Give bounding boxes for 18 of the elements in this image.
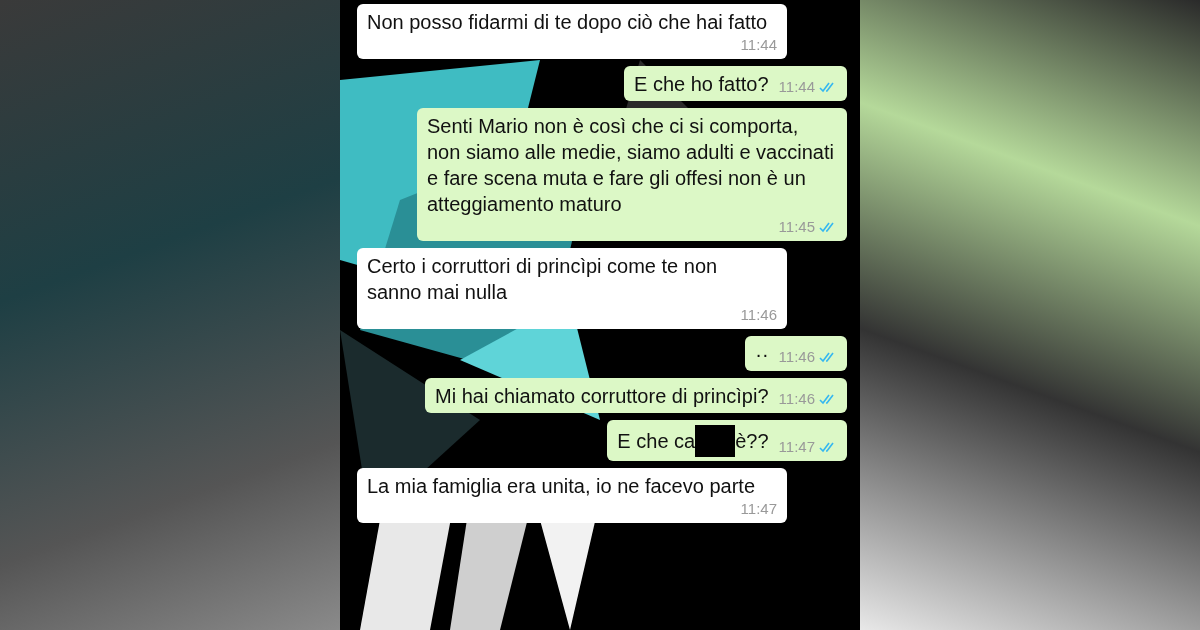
message-time: 11:46: [778, 347, 815, 367]
message-time: 11:47: [740, 499, 777, 519]
message-text: La mia famiglia era unita, io ne facevo parte: [367, 474, 755, 499]
message-text: Senti Mario non è così che ci si comporta, non siamo alle medie, siamo adulti e vaccinati e fare scena muta e fare gli offesi non è un atteggiamento maturo: [427, 114, 835, 217]
message-time: 11:44: [740, 35, 777, 55]
message-text: ··: [755, 342, 769, 367]
redaction-bar: [695, 425, 736, 457]
message-time: 11:46: [778, 389, 815, 409]
message-text: Non posso fidarmi di te dopo ciò che hai fatto: [367, 10, 768, 35]
message-time: 11:47: [778, 437, 815, 457]
message-time: 11:45: [778, 217, 815, 237]
message-time: 11:44: [778, 77, 815, 97]
message-time: 11:46: [740, 305, 777, 325]
message-text: Certo i corruttori di princìpi come te non sanno mai nulla: [367, 254, 719, 305]
message-text: è??: [735, 429, 769, 454]
message-text: E che ho fatto?: [634, 72, 769, 97]
message-text: E che ca: [617, 429, 696, 454]
message-text: Mi hai chiamato corruttore di princìpi?: [435, 384, 769, 409]
